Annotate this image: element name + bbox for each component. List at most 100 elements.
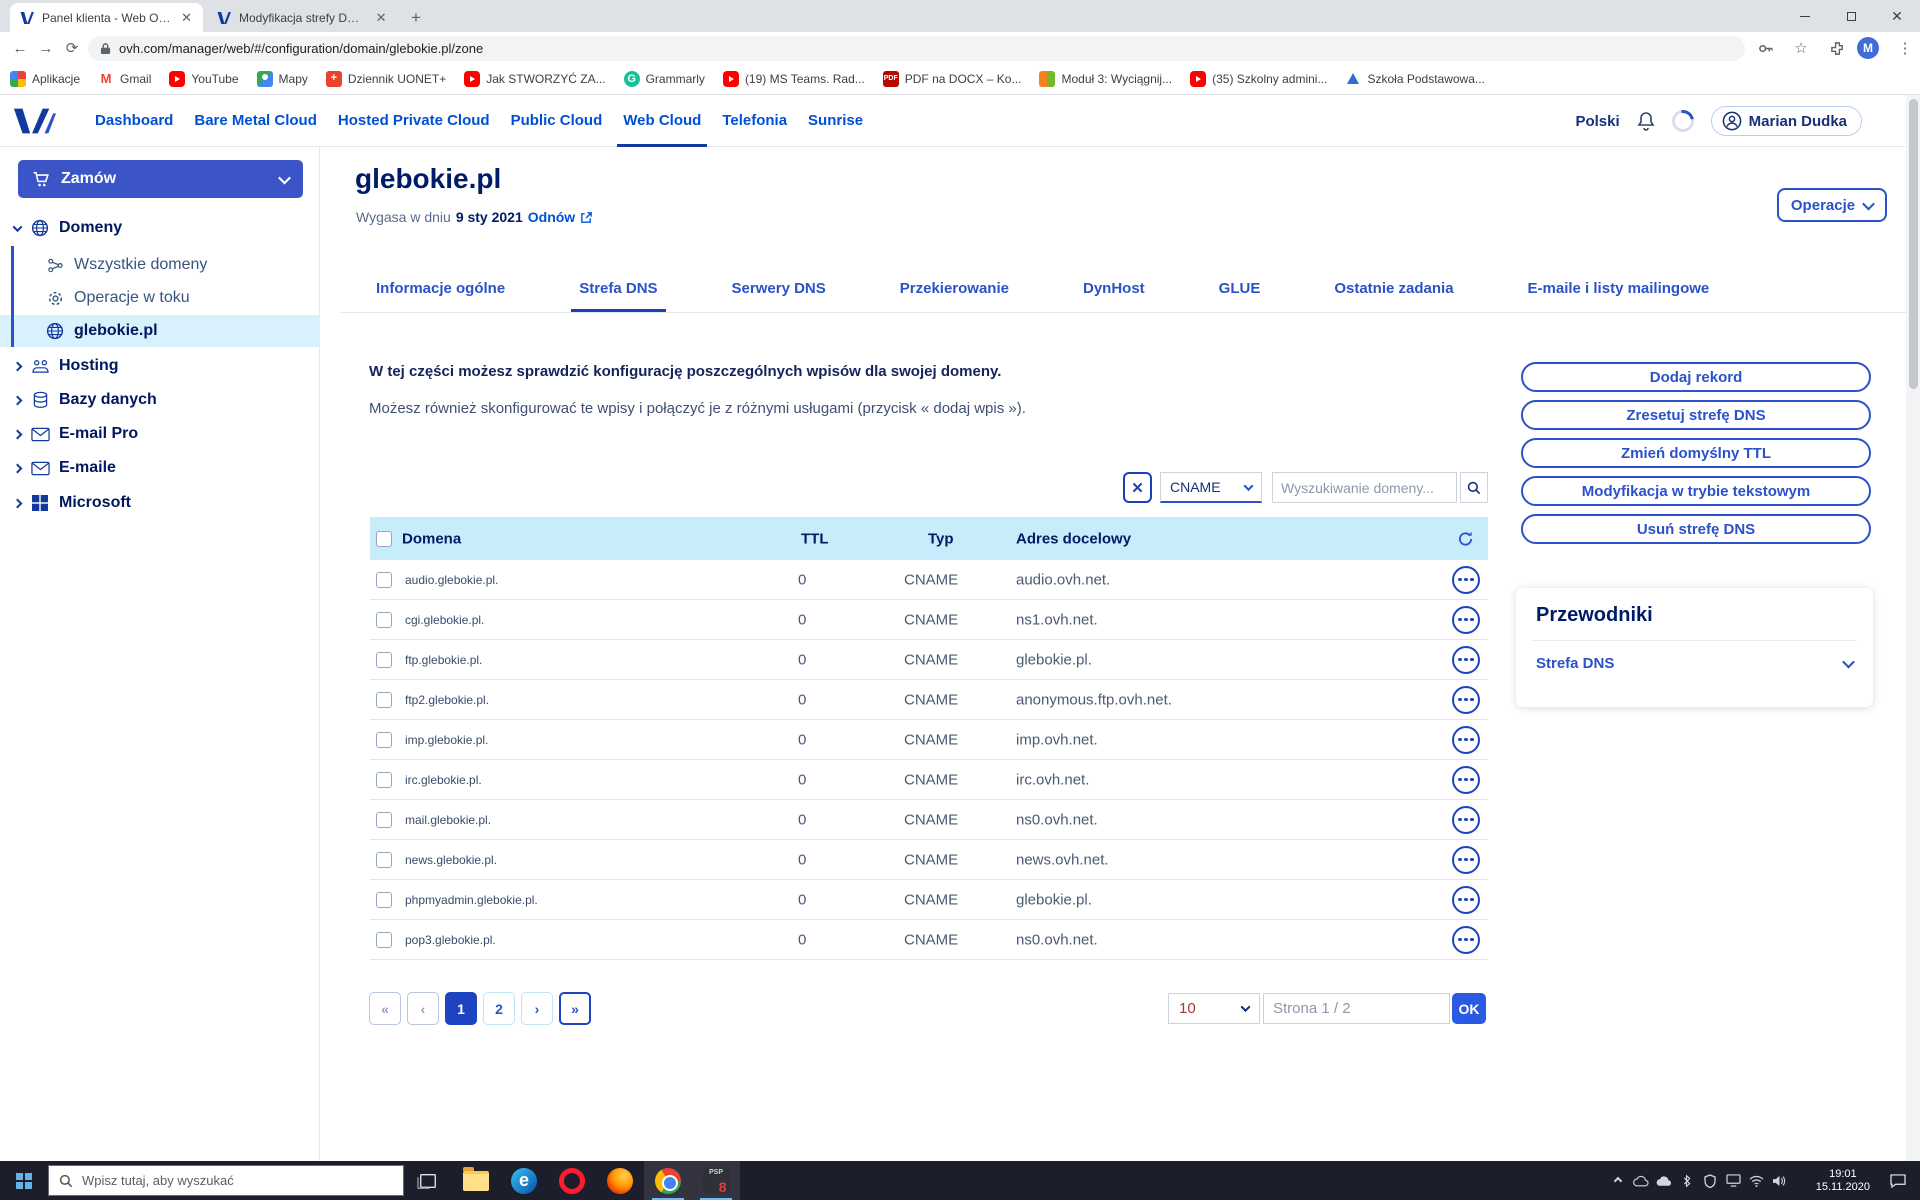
bookmark-video3[interactable]: (35) Szkolny admini... [1190,71,1327,87]
wifi-icon[interactable] [1748,1172,1765,1189]
delete-dns-zone-button[interactable]: Usuń strefę DNS [1521,514,1871,544]
start-button[interactable] [0,1161,48,1200]
browser-menu-icon[interactable]: ⋮ [1893,36,1917,60]
extensions-puzzle-icon[interactable] [1825,36,1849,60]
volume-icon[interactable] [1771,1172,1788,1189]
external-link-icon[interactable] [580,211,593,224]
scrollbar-track[interactable] [1906,95,1920,1161]
address-bar[interactable]: ovh.com/manager/web/#/configuration/doma… [88,36,1745,61]
row-menu-button[interactable] [1452,725,1480,754]
bell-icon[interactable] [1637,111,1655,131]
nav-telefonia[interactable]: Telefonia [722,95,787,147]
firefox-icon[interactable] [596,1161,644,1200]
tab-emaile-listy[interactable]: E-maile i listy mailingowe [1528,277,1710,313]
edge-icon[interactable]: e [500,1161,548,1200]
nav-sunrise[interactable]: Sunrise [808,95,863,147]
row-checkbox[interactable] [376,771,392,788]
bookmark-youtube[interactable]: YouTube [169,71,239,87]
cloud-icon[interactable] [1656,1172,1673,1189]
sidebar-item-hosting[interactable]: Hosting [0,350,320,382]
row-checkbox[interactable] [376,731,392,748]
taskbar-search[interactable] [48,1165,404,1196]
sidebar-item-wszystkie-domeny[interactable]: Wszystkie domeny [0,249,320,281]
domain-search-input[interactable] [1272,472,1457,503]
pagination-prev-button[interactable]: ‹ [407,992,439,1025]
row-menu-button[interactable] [1452,605,1480,634]
window-maximize-button[interactable] [1828,0,1874,32]
sidebar-item-glebokie-pl[interactable]: glebokie.pl [0,315,320,347]
nav-web-cloud[interactable]: Web Cloud [617,95,708,147]
row-checkbox[interactable] [376,851,392,868]
tab-glue[interactable]: GLUE [1219,277,1261,313]
row-checkbox[interactable] [376,811,392,828]
nav-public-cloud[interactable]: Public Cloud [511,95,603,147]
window-minimize-button[interactable] [1782,0,1828,32]
bookmark-grammarly[interactable]: G Grammarly [623,71,705,87]
pagination-last-button[interactable]: » [559,992,591,1025]
page-size-select[interactable]: 10 [1168,993,1260,1024]
bookmark-school[interactable]: Szkoła Podstawowa... [1345,71,1485,87]
window-close-button[interactable]: ✕ [1874,0,1920,32]
onedrive-icon[interactable] [1633,1172,1650,1189]
record-type-select[interactable]: CNAME [1160,472,1262,503]
renew-link[interactable]: Odnów [528,209,575,225]
tab-informacje-ogolne[interactable]: Informacje ogólne [376,277,505,313]
back-icon[interactable]: ← [8,36,32,60]
chrome-icon[interactable] [644,1161,692,1200]
row-menu-button[interactable] [1452,925,1480,954]
row-menu-button[interactable] [1452,685,1480,714]
pagination-first-button[interactable]: « [369,992,401,1025]
tab-close-icon[interactable]: ✕ [375,10,387,26]
page-number-input[interactable] [1263,993,1450,1024]
forward-icon[interactable]: → [34,36,58,60]
row-menu-button[interactable] [1452,645,1480,674]
shield-icon[interactable] [1702,1172,1719,1189]
browser-tab-inactive[interactable]: Modyfikacja strefy DNS | Dokum ✕ [207,3,397,32]
column-type[interactable]: Typ [928,530,954,547]
bookmark-video1[interactable]: Jak STWORZYĆ ZA... [464,71,606,87]
order-button[interactable]: Zamów [18,160,303,198]
row-checkbox[interactable] [376,651,392,668]
bookmark-modul[interactable]: Moduł 3: Wyciągnij... [1039,71,1172,87]
column-domain[interactable]: Domena [402,530,461,547]
tab-ostatnie-zadania[interactable]: Ostatnie zadania [1334,277,1453,313]
pagination-page-1[interactable]: 1 [445,992,477,1025]
row-checkbox[interactable] [376,691,392,708]
tab-serwery-dns[interactable]: Serwery DNS [732,277,826,313]
row-checkbox[interactable] [376,611,392,628]
search-button[interactable] [1460,472,1488,503]
profile-avatar[interactable]: M [1856,36,1880,60]
row-checkbox[interactable] [376,571,392,588]
bookmark-maps[interactable]: Mapy [256,71,308,87]
guides-link-strefa-dns[interactable]: Strefa DNS [1536,655,1855,672]
change-default-ttl-button[interactable]: Zmień domyślny TTL [1521,438,1871,468]
extension-key-icon[interactable] [1753,36,1777,60]
sidebar-item-email-pro[interactable]: E-mail Pro [0,418,320,450]
tab-dynhost[interactable]: DynHost [1083,277,1145,313]
scrollbar-thumb[interactable] [1909,99,1918,389]
clear-filter-button[interactable]: ✕ [1123,472,1152,503]
nav-bare-metal-cloud[interactable]: Bare Metal Cloud [194,95,317,147]
row-menu-button[interactable] [1452,565,1480,594]
sidebar-item-bazy-danych[interactable]: Bazy danych [0,384,320,416]
bookmark-apps[interactable]: Aplikacje [10,71,80,87]
tab-close-icon[interactable]: ✕ [180,10,193,26]
pagination-page-2[interactable]: 2 [483,992,515,1025]
browser-tab-active[interactable]: Panel klienta - Web OVHcloud ✕ [10,3,203,32]
bluetooth-icon[interactable] [1679,1172,1696,1189]
tab-strefa-dns[interactable]: Strefa DNS [571,277,666,313]
refresh-icon[interactable] [1457,530,1474,547]
task-view-button[interactable] [404,1161,452,1200]
opera-icon[interactable] [548,1161,596,1200]
bookmark-gmail[interactable]: M Gmail [98,71,151,87]
row-menu-button[interactable] [1452,845,1480,874]
row-checkbox[interactable] [376,931,392,948]
reload-icon[interactable]: ⟳ [60,36,84,60]
column-target[interactable]: Adres docelowy [1016,530,1131,547]
pagination-next-button[interactable]: › [521,992,553,1025]
select-all-checkbox[interactable] [376,530,392,547]
bookmark-video2[interactable]: (19) MS Teams. Rad... [722,71,865,87]
new-tab-button[interactable]: + [404,6,428,30]
ok-button[interactable]: OK [1452,993,1486,1024]
hidden-icons-chevron[interactable] [1610,1172,1627,1189]
